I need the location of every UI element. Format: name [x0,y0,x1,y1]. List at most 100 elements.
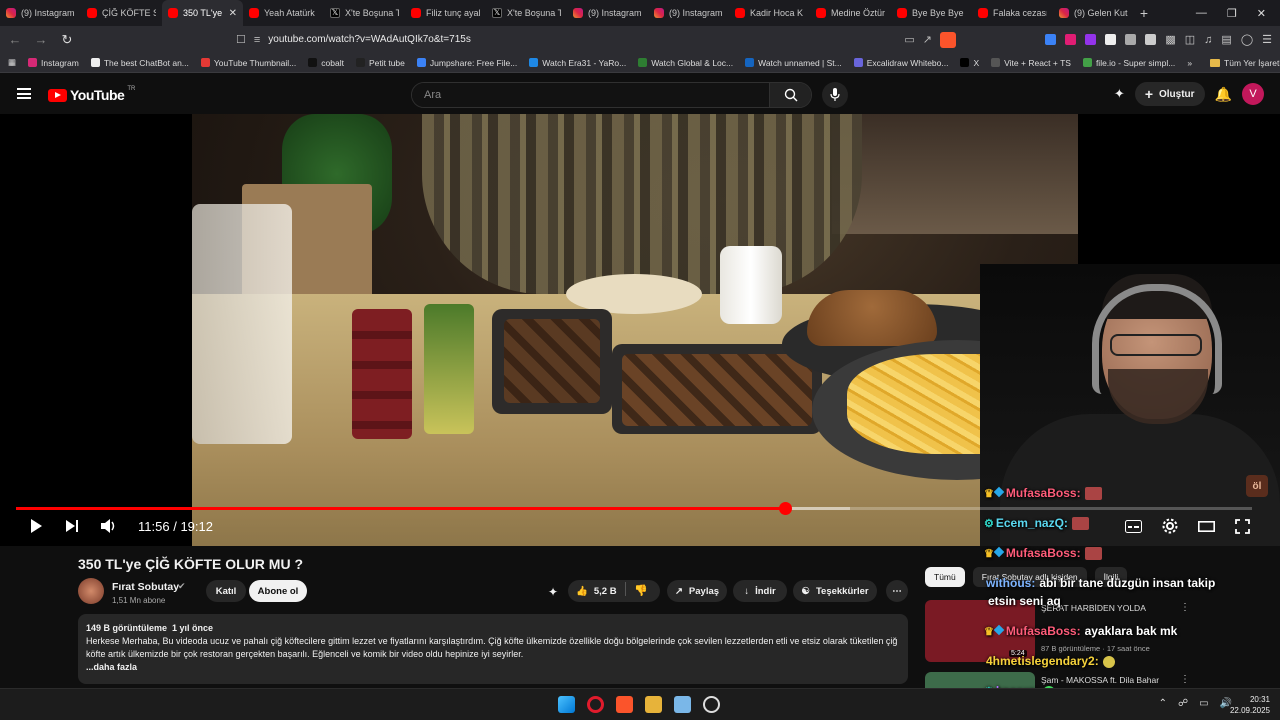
bookmark-icon[interactable]: ☐ [236,33,246,46]
url-bar[interactable]: ☐ ≡ youtube.com/watch?v=WAdAutQIk7o&t=71… [236,29,956,50]
brave-icon[interactable] [616,696,633,713]
browser-tab[interactable]: 350 TL'ye ✕ [162,0,243,26]
browser-tab[interactable]: Medine Öztür [810,0,891,26]
tray-chevron-icon[interactable]: ⌃ [1159,698,1167,709]
search-button[interactable] [769,83,811,107]
share-arrow-icon: ↗ [674,585,683,597]
opera-icon[interactable] [587,696,604,713]
obs-icon[interactable] [703,696,720,713]
browser-tab[interactable]: Filiz tunç ayal [405,0,486,26]
channel-name[interactable]: Fırat Sobutay [112,581,179,593]
thumbs-down-icon[interactable]: 👎 [634,584,648,597]
extension-icon[interactable] [1065,34,1077,45]
filter-chip[interactable]: Tümü [925,567,965,587]
browser-tab[interactable]: Bye Bye Bye ( [891,0,972,26]
bookmark-item[interactable]: Instagram [28,58,79,68]
bookmark-item[interactable]: Watch Global & Loc... [638,58,733,68]
browser-tab[interactable]: 𝕏 X'te Boşuna T [324,0,405,26]
ask-ai-icon[interactable]: ✦ [548,585,558,599]
browser-tab[interactable]: Falaka cezası [972,0,1053,26]
minimize-icon[interactable]: — [1196,7,1207,20]
restore-icon[interactable]: ❐ [1227,7,1237,20]
share-button[interactable]: ↗ Paylaş [667,580,727,602]
close-tab-icon[interactable]: ✕ [229,8,237,19]
download-button[interactable]: ↓ İndir [733,580,787,602]
gemini-icon[interactable]: ✦ [1114,86,1125,102]
reload-icon[interactable]: ↻ [60,32,74,48]
browser-tab[interactable]: ÇİĞ KÖFTE SU [81,0,162,26]
create-button[interactable]: + Oluştur [1134,82,1205,106]
photos-icon[interactable] [674,696,691,713]
video-scene-food [352,309,412,439]
file-explorer-icon[interactable] [645,696,662,713]
extension-icon[interactable] [1105,34,1117,45]
share-page-icon[interactable]: ↗ [923,33,932,46]
bookmarks-overflow[interactable]: » [1187,58,1192,68]
play-icon[interactable] [28,518,44,534]
url-text[interactable]: youtube.com/watch?v=WAdAutQIk7o&t=715s [268,34,896,45]
browser-tab[interactable]: 𝕏 X'te Boşuna T [486,0,567,26]
vpn-icon[interactable]: ◯ [1241,33,1253,46]
bookmark-item[interactable]: file.io - Super simpl... [1082,58,1175,68]
close-window-icon[interactable]: ✕ [1257,7,1266,20]
join-button[interactable]: Katıl [206,580,246,602]
browser-tab[interactable]: (9) Gelen Kut [1053,0,1134,26]
bookmark-item[interactable]: cobalt [308,58,344,68]
thanks-button[interactable]: ☯ Teşekkürler [793,580,877,602]
windows-start-icon[interactable] [558,696,575,713]
bookmark-favicon-icon [960,58,970,67]
browser-tab[interactable]: (9) Instagram [567,0,648,26]
bookmark-item[interactable]: Excalidraw Whitebo... [853,58,948,68]
extension-icon[interactable] [1085,34,1097,45]
voice-search-button[interactable] [822,82,848,108]
wallet-icon[interactable]: ▤ [1221,33,1231,46]
browser-tab[interactable]: (9) Instagram [0,0,81,26]
bookmark-item[interactable]: The best ChatBot an... [90,58,189,68]
site-settings-icon[interactable]: ≡ [254,34,260,46]
video-frame[interactable] [192,114,1078,546]
browser-tab[interactable]: Yeah Atatürk [243,0,324,26]
extension-icon[interactable] [1125,34,1137,45]
puzzle-icon[interactable]: ▩ [1165,33,1175,46]
notifications-bell-icon[interactable]: 🔔 [1215,86,1232,103]
brave-shield-icon[interactable] [940,31,956,48]
bookmark-item[interactable]: X [960,58,979,68]
channel-avatar[interactable] [78,578,104,604]
hamburger-menu-icon[interactable] [17,88,31,99]
new-tab-icon[interactable]: + [1134,5,1154,21]
back-icon[interactable]: ← [8,32,22,47]
music-icon[interactable]: ♫ [1204,34,1212,46]
sidebar-icon[interactable]: ◫ [1185,33,1195,46]
menu-icon[interactable]: ☰ [1262,33,1272,46]
subscribe-button[interactable]: Abone ol [249,580,307,602]
extension-icon[interactable] [1145,34,1157,45]
browser-tab[interactable]: Kadir Hoca K [729,0,810,26]
usb-icon[interactable]: ☍ [1178,698,1188,709]
tab-label: Falaka cezası [993,8,1047,18]
extension-icon[interactable] [1045,34,1057,45]
cast-icon[interactable]: ▭ [904,33,914,46]
display-icon[interactable]: ▭ [1199,698,1208,709]
volume-icon[interactable] [100,518,118,534]
description-box[interactable]: 149 B görüntüleme 1 yıl önce Herkese Mer… [78,614,908,684]
bookmark-item[interactable]: YouTube Thumbnail... [200,58,296,68]
youtube-logo[interactable]: YouTube TR [48,86,135,103]
show-more-link[interactable]: ...daha fazla [86,661,900,674]
bookmark-favicon-icon [355,58,365,67]
next-video-icon[interactable] [64,518,80,534]
apps-grid-icon[interactable]: ▦ [8,57,16,68]
forward-icon[interactable]: → [34,32,48,47]
chat-username: MufasaBoss: [1005,546,1081,560]
system-clock[interactable]: 20:31 22.09.2025 [1230,694,1270,716]
bookmark-item[interactable]: Vite + React + TS [991,58,1071,68]
bookmark-item[interactable]: Jumpshare: Free File... [416,58,517,68]
search-box [411,82,812,108]
bookmark-item[interactable]: Petit tube [355,58,405,68]
bookmark-item[interactable]: Watch unnamed | St... [745,58,842,68]
browser-tab[interactable]: (9) Instagram [648,0,729,26]
bookmark-item[interactable]: Watch Era31 - YaRo... [529,58,626,68]
account-avatar[interactable]: V [1242,83,1264,105]
search-input[interactable] [412,83,769,107]
more-actions-icon[interactable]: ⋯ [886,580,908,602]
all-bookmarks-folder[interactable]: Tüm Yer İşaretleri [1210,58,1280,68]
